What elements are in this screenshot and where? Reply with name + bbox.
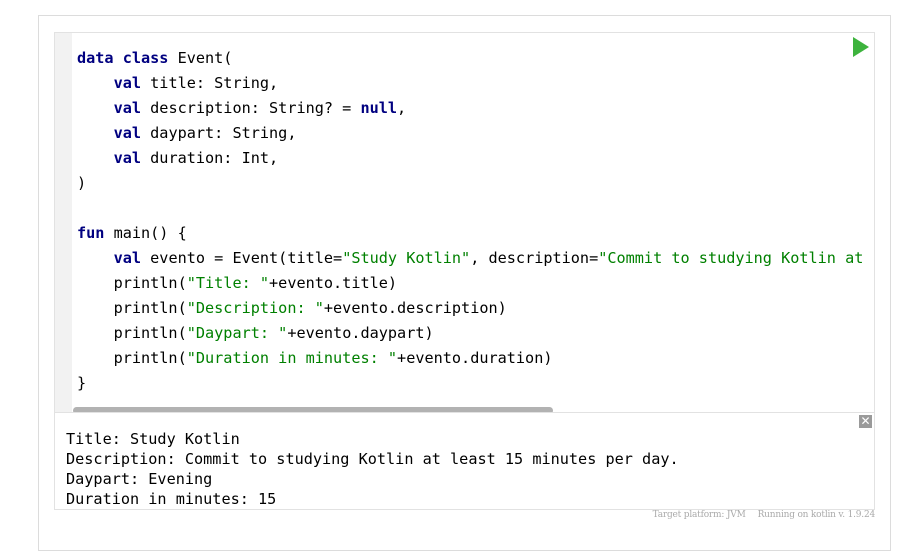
- code-token: +evento.description): [323, 299, 507, 317]
- string-token: "Daypart: ": [186, 324, 288, 342]
- editor-gutter: [55, 33, 72, 412]
- code-token: description: String? =: [141, 99, 361, 117]
- code-line: val description: String? = null,: [77, 96, 863, 121]
- output-line: Duration in minutes: 15: [66, 490, 277, 508]
- output-line: Description: Commit to studying Kotlin a…: [66, 450, 679, 468]
- string-token: "Description: ": [186, 299, 324, 317]
- code-token: +evento.duration): [397, 349, 553, 367]
- keyword-token: val: [113, 124, 142, 142]
- kotlin-version-label: Running on kotlin v. 1.9.24: [757, 510, 876, 520]
- code-line: ): [77, 171, 863, 196]
- code-line: val title: String,: [77, 71, 863, 96]
- keyword-token: val: [113, 99, 142, 117]
- code-token: }: [77, 374, 87, 392]
- code-token: evento = Event(title=: [141, 249, 343, 267]
- code-editor[interactable]: data class Event( val title: String, val…: [54, 32, 875, 413]
- code-token: println(: [77, 324, 187, 342]
- keyword-token: fun: [77, 224, 105, 242]
- code-content[interactable]: data class Event( val title: String, val…: [77, 46, 863, 396]
- code-token: println(: [77, 349, 187, 367]
- code-token: daypart: String,: [141, 124, 297, 142]
- code-line: println("Duration in minutes: "+evento.d…: [77, 346, 863, 371]
- keyword-token: val: [113, 249, 142, 267]
- output-line: Title: Study Kotlin: [66, 430, 240, 448]
- code-token: title: String,: [141, 74, 279, 92]
- string-token: "Title: ": [186, 274, 270, 292]
- keyword-token: data class: [77, 49, 169, 67]
- code-line: println("Description: "+evento.descripti…: [77, 296, 863, 321]
- play-icon[interactable]: [853, 37, 869, 57]
- code-token: main() {: [104, 224, 187, 242]
- code-line: data class Event(: [77, 46, 863, 71]
- code-line: val daypart: String,: [77, 121, 863, 146]
- code-line: println("Daypart: "+evento.daypart): [77, 321, 863, 346]
- output-panel: ✕ Title: Study Kotlin Description: Commit…: [54, 413, 875, 510]
- code-token: duration: Int,: [141, 149, 279, 167]
- code-token: ): [77, 174, 87, 192]
- keyword-token: null: [360, 99, 398, 117]
- keyword-token: val: [113, 74, 142, 92]
- footer-info: Target platform: JVM Running on kotlin v.…: [652, 510, 876, 520]
- code-line: }: [77, 371, 863, 396]
- output-text: Title: Study Kotlin Description: Commit t…: [66, 429, 679, 509]
- output-line: Daypart: Evening: [66, 470, 213, 488]
- close-icon[interactable]: ✕: [859, 415, 872, 428]
- code-line: fun main() {: [77, 221, 863, 246]
- code-line: val evento = Event(title="Study Kotlin",…: [77, 246, 864, 271]
- string-token: "Study Kotlin": [342, 249, 471, 267]
- code-token: println(: [77, 299, 187, 317]
- code-token: +evento.title): [269, 274, 398, 292]
- code-token: println(: [77, 274, 187, 292]
- code-line: println("Title: "+evento.title): [77, 271, 863, 296]
- code-token: +evento.daypart): [287, 324, 434, 342]
- string-token: "Commit to studying Kotlin at: [598, 249, 864, 267]
- code-line: val duration: Int,: [77, 146, 863, 171]
- target-platform-label: Target platform: JVM: [652, 510, 746, 520]
- code-token: ,: [397, 99, 407, 117]
- string-token: "Duration in minutes: ": [186, 349, 398, 367]
- code-token: , description=: [470, 249, 599, 267]
- code-token: Event(: [168, 49, 233, 67]
- keyword-token: val: [113, 149, 142, 167]
